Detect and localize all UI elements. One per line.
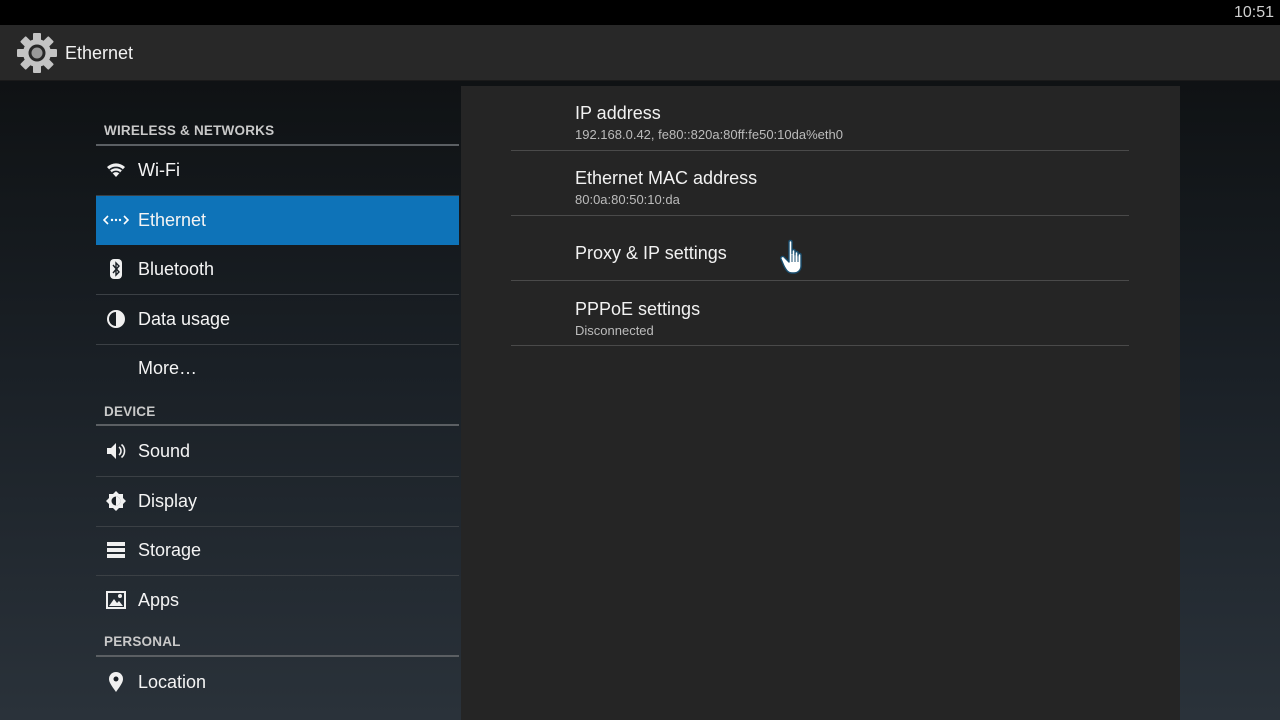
ethernet-icon — [103, 208, 129, 232]
section-header-device: DEVICE — [104, 404, 156, 419]
list-divider — [511, 345, 1129, 346]
pref-summary: Disconnected — [575, 323, 654, 338]
speaker-icon — [105, 439, 127, 463]
pref-summary: 80:0a:80:50:10:da — [575, 192, 680, 207]
sidebar-item-ethernet[interactable]: Ethernet — [96, 196, 459, 245]
ip-address-row[interactable]: IP address 192.168.0.42, fe80::820a:80ff… — [511, 86, 1129, 151]
sidebar-item-label: Apps — [138, 590, 180, 610]
sidebar-item-label: Data usage — [138, 309, 231, 329]
status-time: 10:51 — [1233, 4, 1274, 21]
section-header-personal: PERSONAL — [104, 634, 181, 649]
action-bar: Ethernet — [0, 25, 1280, 81]
sidebar-item-more[interactable]: More… — [96, 344, 459, 393]
pppoe-settings-row[interactable]: PPPoE settings Disconnected — [511, 281, 1129, 346]
bluetooth-icon — [105, 257, 127, 281]
section-divider — [96, 424, 459, 426]
sidebar-item-wifi[interactable]: Wi-Fi — [96, 146, 459, 196]
sidebar-item-location[interactable]: Location — [96, 658, 459, 707]
mac-address-row[interactable]: Ethernet MAC address 80:0a:80:50:10:da — [511, 151, 1129, 216]
sidebar-item-display[interactable]: Display — [96, 477, 459, 527]
section-header-wireless: WIRELESS & NETWORKS — [104, 123, 275, 138]
storage-icon — [105, 538, 127, 562]
sidebar-item-label: Display — [138, 491, 198, 511]
proxy-ip-settings-row[interactable]: Proxy & IP settings — [511, 216, 1129, 281]
pref-title: Ethernet MAC address — [575, 168, 758, 188]
sidebar-item-data-usage[interactable]: Data usage — [96, 295, 459, 345]
sidebar-item-label: Bluetooth — [138, 259, 215, 279]
data-usage-icon — [105, 307, 127, 331]
location-pin-icon — [105, 670, 127, 694]
sidebar-item-label: Wi-Fi — [138, 160, 180, 180]
sidebar-item-label: Ethernet — [138, 210, 207, 230]
ethernet-detail-panel: IP address 192.168.0.42, fe80::820a:80ff… — [461, 86, 1180, 720]
page-title: Ethernet — [65, 43, 134, 63]
brightness-icon — [105, 489, 127, 513]
sidebar-item-storage[interactable]: Storage — [96, 526, 459, 576]
pref-title: Proxy & IP settings — [575, 243, 727, 263]
section-divider — [96, 655, 459, 657]
apps-icon — [105, 588, 127, 612]
sidebar-item-label: More… — [138, 358, 198, 378]
sidebar-item-sound[interactable]: Sound — [96, 427, 459, 477]
wifi-icon — [105, 158, 127, 182]
status-bar: 10:51 — [0, 0, 1280, 25]
settings-content: WIRELESS & NETWORKS Wi-Fi Ethernet Bluet… — [0, 81, 1280, 720]
pref-title: IP address — [575, 103, 661, 123]
pref-summary: 192.168.0.42, fe80::820a:80ff:fe50:10da%… — [575, 127, 843, 142]
sidebar-item-label: Sound — [138, 441, 191, 461]
settings-gear-icon[interactable] — [14, 30, 60, 76]
pref-title: PPPoE settings — [575, 299, 701, 319]
sidebar-item-label: Location — [138, 672, 207, 692]
hand-cursor-icon — [780, 238, 810, 278]
sidebar-item-bluetooth[interactable]: Bluetooth — [96, 245, 459, 295]
settings-sidebar: WIRELESS & NETWORKS Wi-Fi Ethernet Bluet… — [96, 81, 459, 720]
sidebar-item-apps[interactable]: Apps — [96, 576, 459, 625]
sidebar-item-label: Storage — [138, 540, 202, 560]
